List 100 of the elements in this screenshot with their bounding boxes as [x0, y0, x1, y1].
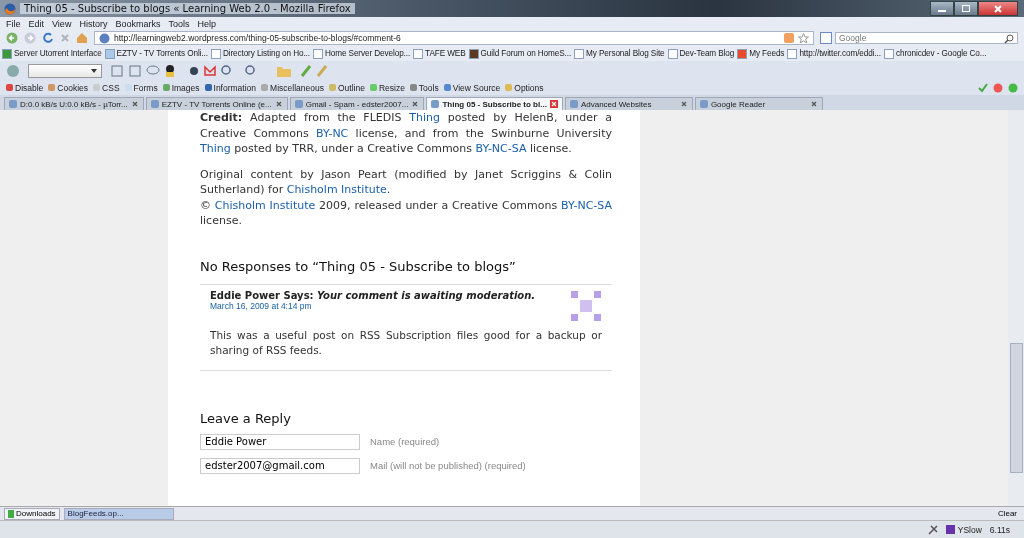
bookmark-item[interactable]: Dev-Team Blog — [667, 48, 735, 59]
back-icon[interactable] — [6, 32, 18, 44]
toolbar-menu[interactable]: Information — [204, 82, 257, 93]
yslow-status[interactable]: YSlow — [945, 524, 982, 535]
menu-item[interactable]: Tools — [168, 18, 190, 29]
menu-item[interactable]: History — [79, 18, 108, 29]
menu-icon — [328, 84, 336, 91]
close-button[interactable] — [978, 1, 1018, 16]
bookmark-item[interactable]: Home Server Develop... — [312, 48, 411, 59]
menu-item[interactable]: Bookmarks — [115, 18, 161, 29]
toolbar-menu[interactable]: Outline — [328, 82, 365, 93]
maximize-button[interactable] — [954, 1, 978, 16]
browser-tab[interactable]: Advanced Websites — [564, 97, 693, 110]
toolbar-menu[interactable]: Tools — [409, 82, 439, 93]
menu-icon — [6, 84, 13, 91]
search-field[interactable]: Google — [835, 32, 1018, 44]
field-label: Mail (will not be published) (required) — [370, 460, 526, 471]
toolbar-menu[interactable]: Miscellaneous — [261, 82, 324, 93]
bookmark-icon — [787, 48, 798, 59]
star-icon[interactable] — [798, 32, 809, 44]
link[interactable]: Chisholm Institute — [286, 183, 387, 196]
download-item[interactable]: BlogFeeds.op... — [63, 507, 174, 520]
reload-icon[interactable] — [42, 32, 54, 44]
toolbar-menu[interactable]: Options — [505, 82, 544, 93]
search-icon[interactable] — [1004, 34, 1014, 44]
link[interactable]: BY-NC-SA — [561, 198, 612, 212]
menu-icon — [162, 84, 170, 91]
toolbar-menu[interactable]: CSS — [93, 82, 120, 93]
close-tab-icon[interactable] — [274, 100, 283, 108]
close-tab-icon[interactable] — [679, 100, 688, 108]
bookmark-item[interactable]: My Feeds — [737, 48, 785, 59]
favicon-icon — [431, 100, 440, 108]
menu-item[interactable]: View — [52, 18, 72, 29]
minimize-button[interactable] — [930, 1, 954, 16]
maximize-icon — [962, 5, 970, 12]
comment-date-link[interactable]: March 16, 2009 at 4:14 pm — [210, 300, 536, 311]
bookmark-icon — [667, 48, 678, 59]
menu-item[interactable]: Help — [197, 18, 216, 29]
scrollbar[interactable] — [1008, 110, 1024, 506]
toolbar-menu[interactable]: Cookies — [48, 82, 89, 93]
bookmark-item[interactable]: Guild Forum on HomeS... — [468, 48, 572, 59]
favicon-icon — [569, 100, 578, 108]
address-field[interactable]: http://learningweb2.wordpress.com/thing-05-subscribe-to-blogs/#comment-6 — [94, 31, 814, 45]
bookmark-item[interactable]: chronicdev - Google Co... — [883, 48, 987, 59]
bookmark-icon — [413, 48, 424, 59]
link[interactable]: Chisholm Institute — [214, 198, 316, 212]
comment-text: This was a useful post on RSS Subscription files good for a backup or sharing of RSS feeds. — [210, 327, 602, 358]
browser-tab[interactable]: Google Reader — [694, 97, 823, 110]
ok-icon — [1008, 82, 1018, 93]
bookmark-item[interactable]: Directory Listing on Ho... — [210, 48, 310, 59]
scrollbar-thumb[interactable] — [1010, 343, 1023, 473]
browser-tab[interactable]: D:0.0 kB/s U:0.0 kB/s - µTorr... — [4, 97, 144, 110]
home-icon[interactable] — [76, 32, 88, 44]
menu-item[interactable]: Edit — [28, 18, 45, 29]
window-title: Thing 05 - Subscribe to blogs « Learning Web 2.0 - Mozilla Firefox — [20, 3, 355, 14]
bookmark-item[interactable]: My Personal Blog Site — [574, 48, 665, 59]
rss-icon — [784, 33, 794, 43]
bookmark-item[interactable]: Server Utorrent Interface — [2, 48, 102, 59]
clear-button[interactable]: Clear — [994, 507, 1020, 520]
bookmark-icon — [104, 48, 115, 59]
close-tab-icon[interactable] — [130, 100, 139, 108]
bookmark-icon — [574, 48, 585, 59]
favicon-icon — [294, 100, 303, 108]
text-field[interactable]: Eddie Power — [200, 433, 360, 450]
downloads-button[interactable]: Downloads — [4, 507, 60, 520]
toolbar-menu[interactable]: Resize — [369, 82, 405, 93]
bookmark-item[interactable]: TAFE WEB — [413, 48, 466, 59]
bookmark-item[interactable]: http://twitter.com/eddi... — [787, 48, 881, 59]
link[interactable]: BY-NC — [316, 126, 349, 140]
text-field[interactable]: edster2007@gmail.com — [200, 457, 360, 474]
browser-tab[interactable]: Thing 05 - Subscribe to bl... — [426, 97, 563, 110]
close-tab-icon[interactable] — [411, 100, 420, 108]
toolbar-menu[interactable]: View Source — [443, 82, 501, 93]
link[interactable]: Thing — [409, 111, 440, 124]
link[interactable]: BY-NC-SA — [475, 142, 527, 155]
avatar-icon — [570, 289, 602, 322]
toolbar-menu[interactable]: Forms — [124, 82, 158, 93]
toolbar-menu[interactable]: Disable — [6, 82, 44, 93]
close-icon — [994, 4, 1002, 13]
bookmark-item[interactable]: EZTV - TV Torrents Onli... — [104, 48, 208, 59]
close-tab-icon[interactable] — [549, 100, 558, 108]
search-engine-icon[interactable] — [820, 32, 832, 44]
menu-icon — [443, 84, 451, 91]
yslow-icon — [945, 525, 955, 534]
menu-item[interactable]: File — [6, 18, 21, 29]
browser-tab[interactable]: Gmail - Spam - edster2007... — [289, 97, 425, 110]
bookmark-icon — [2, 48, 12, 59]
menu-icon — [409, 84, 417, 91]
toolbar-dropdown[interactable] — [28, 63, 102, 78]
favicon-icon — [9, 100, 17, 108]
browser-logo-icon — [4, 2, 16, 15]
toolbar-menu[interactable]: Images — [162, 82, 200, 93]
paragraph: Original content by Jason Peart (modified by Janet Scriggins & Colin Sutherland) for Chisholm Institute. — [200, 166, 612, 198]
browser-tab[interactable]: EZTV - TV Torrents Online (e... — [145, 97, 288, 110]
pen-icons-drawing[interactable] — [300, 63, 330, 78]
error-icon — [993, 82, 1003, 93]
paragraph: Credit: Adapted from the FLEDIS Thing posted by HelenB, under a Creative Commons BY-NC license, and from the Swinburne University Thing posted by TRR, under a Creative Commons BY-NC-SA license. — [200, 110, 612, 157]
globe-icon — [99, 32, 110, 44]
link[interactable]: Thing — [200, 142, 231, 155]
close-tab-icon[interactable] — [809, 100, 818, 108]
